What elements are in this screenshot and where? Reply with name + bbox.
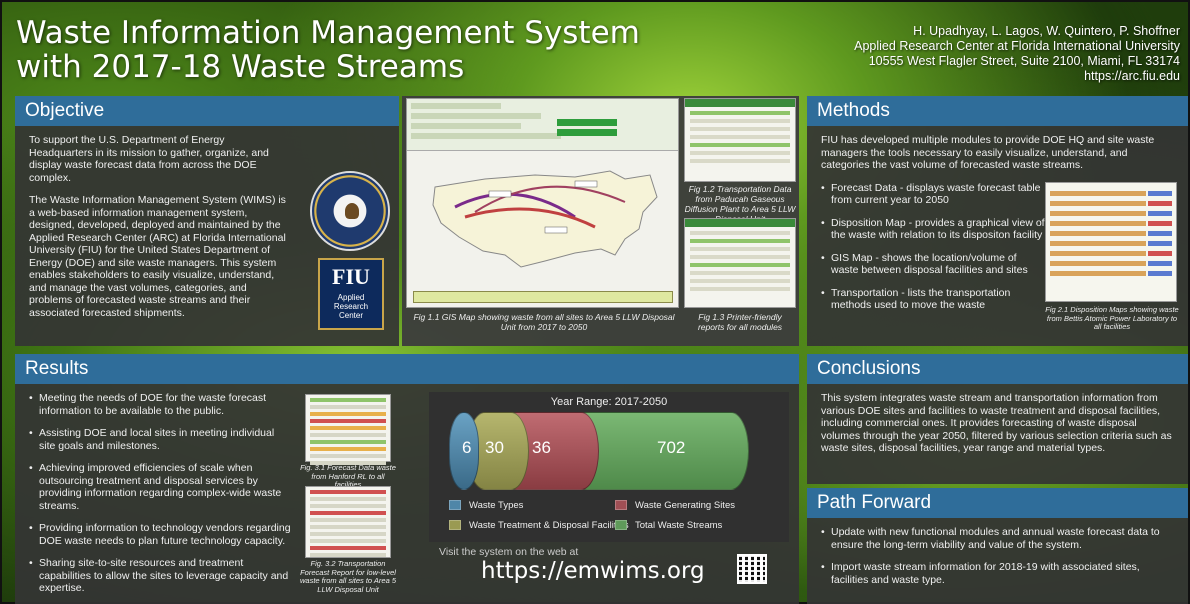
figure-1-1-caption: Fig 1.1 GIS Map showing waste from all s… (413, 312, 675, 332)
figure-3-2-caption: Fig. 3.2 Transportation Forecast Report … (299, 559, 396, 594)
results-heading: Results (15, 354, 799, 384)
path-forward-item: Update with new functional modules and a… (821, 526, 1174, 551)
legend-generating-sites: Waste Generating Sites (615, 500, 735, 511)
figure-2-1-caption: Fig 2.1 Disposition Maps showing waste f… (1045, 305, 1179, 331)
treatment-facilities-value: 30 (485, 438, 504, 457)
fiu-logo-line-3: Center (338, 311, 363, 320)
fiu-logo-line-2: Research (333, 302, 369, 311)
author-address: 10555 West Flagler Street, Suite 2100, M… (868, 54, 1180, 68)
figure-1-3-caption: Fig 1.3 Printer-friendly reports for all… (697, 312, 783, 332)
fiu-logo-line-1: Applied (337, 293, 365, 302)
objective-panel: Objective To support the U.S. Department… (15, 96, 399, 346)
methods-heading: Methods (807, 96, 1188, 126)
forecast-data-screenshot (305, 394, 391, 465)
gis-map-screenshot (406, 98, 679, 308)
path-forward-panel: Path Forward Update with new functional … (807, 488, 1188, 604)
methods-item: Forecast Data - displays waste forecast … (821, 182, 1046, 207)
transport-data-screenshot (684, 98, 796, 182)
poster-title: Waste Information Management System with… (16, 16, 640, 84)
results-panel: Results Meeting the needs of DOE for the… (15, 354, 799, 604)
objective-paragraph-2: The Waste Information Management System … (29, 194, 286, 319)
author-block: H. Upadhyay, L. Lagos, W. Quintero, P. S… (854, 24, 1180, 84)
results-item: Meeting the needs of DOE for the waste f… (29, 392, 291, 417)
doe-seal-logo (310, 171, 390, 251)
printer-report-screenshot (684, 218, 796, 308)
conclusions-text: This system integrates waste stream and … (821, 392, 1172, 454)
qr-code (737, 554, 767, 584)
path-forward-heading: Path Forward (807, 488, 1188, 518)
author-institution: Applied Research Center at Florida Inter… (854, 39, 1180, 53)
methods-item: GIS Map - shows the location/volume of w… (821, 252, 1046, 277)
total-waste-streams-value: 702 (657, 438, 686, 457)
year-range-label: Year Range: 2017-2050 (550, 396, 668, 408)
poster: Waste Information Management System with… (0, 0, 1190, 604)
title-line-2: with 2017-18 Waste Streams (16, 49, 465, 85)
objective-paragraph-1: To support the U.S. Department of Energy… (29, 134, 269, 184)
methods-intro: FIU has developed multiple modules to pr… (821, 134, 1155, 171)
disposition-map-screenshot (1045, 182, 1177, 302)
methods-item: Transportation - lists the transportatio… (821, 287, 1046, 312)
fiu-logo-abbr: FIU (332, 264, 370, 289)
system-url-link[interactable]: https://emwims.org (481, 558, 705, 584)
results-item: Achieving improved efficiencies of scale… (29, 462, 291, 512)
author-names: H. Upadhyay, L. Lagos, W. Quintero, P. S… (913, 24, 1180, 38)
visit-label: Visit the system on the web at (439, 546, 579, 558)
legend-waste-types: Waste Types (449, 500, 523, 511)
generating-sites-value: 36 (532, 438, 551, 457)
path-forward-item: Import waste stream information for 2018… (821, 561, 1174, 586)
results-item: Providing information to technology vend… (29, 522, 291, 547)
objective-heading: Objective (15, 96, 399, 126)
methods-panel: Methods FIU has developed multiple modul… (807, 96, 1188, 346)
fiu-arc-logo: FIU Applied Research Center (318, 258, 384, 330)
results-item: Sharing site-to-site resources and treat… (29, 557, 291, 595)
legend-total-waste-streams: Total Waste Streams (615, 520, 722, 531)
transport-forecast-screenshot (305, 486, 391, 558)
waste-types-value: 6 (462, 438, 472, 457)
legend-treatment-facilities: Waste Treatment & Disposal Facilities (449, 520, 629, 531)
figures-panel: Fig 1.2 Transportation Data from Paducah… (402, 96, 799, 346)
title-line-1: Waste Information Management System (16, 15, 640, 51)
statistics-infographic: Year Range: 2017-2050 6 30 36 702 Waste … (429, 392, 789, 542)
conclusions-panel: Conclusions This system integrates waste… (807, 354, 1188, 484)
methods-item: Disposition Map - provides a graphical v… (821, 217, 1046, 242)
results-item: Assisting DOE and local sites in meeting… (29, 427, 291, 452)
author-website-link[interactable]: https://arc.fiu.edu (854, 69, 1180, 84)
conclusions-heading: Conclusions (807, 354, 1188, 384)
usa-map-graphic (432, 170, 658, 268)
